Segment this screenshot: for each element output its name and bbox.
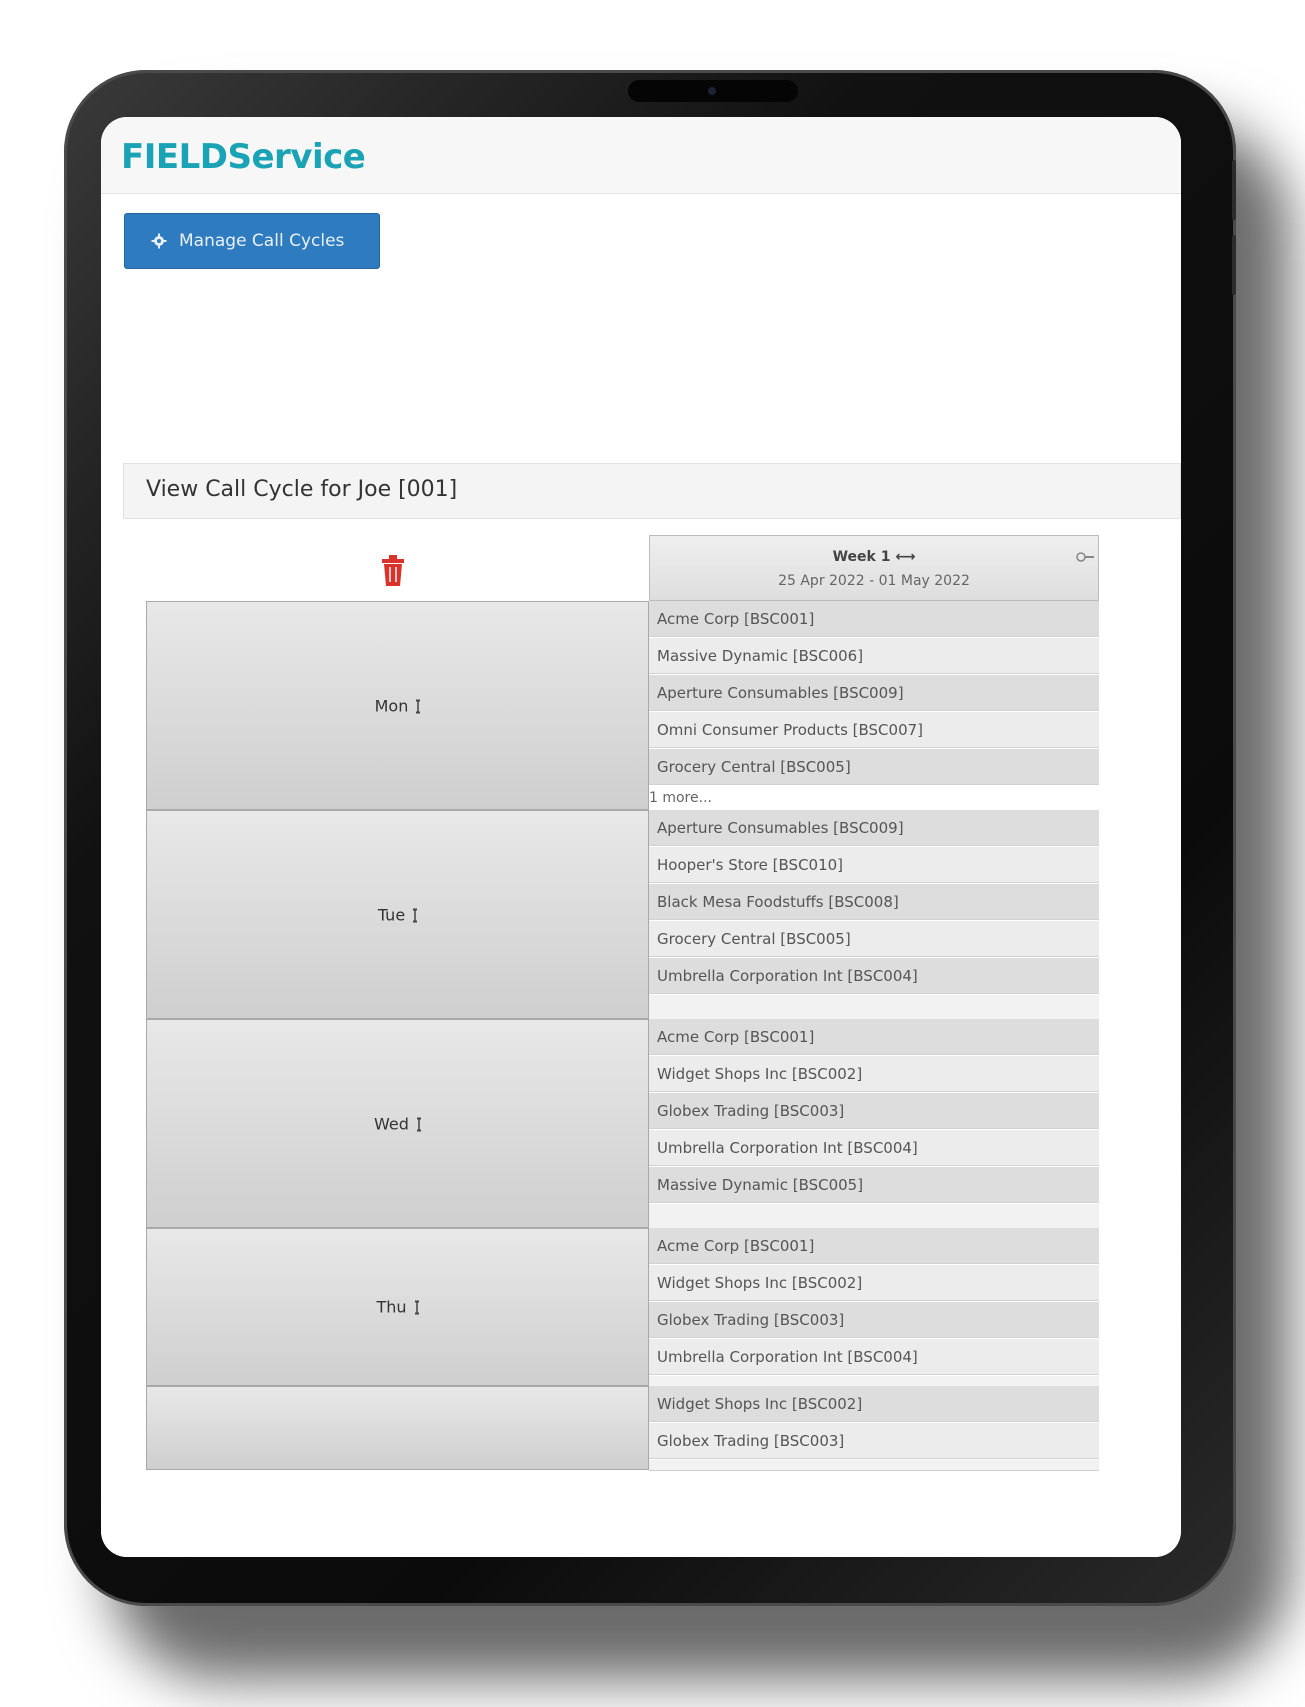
empty-slot xyxy=(649,1204,1099,1229)
front-camera xyxy=(628,80,798,102)
customer-row[interactable]: Acme Corp [BSC001] xyxy=(649,601,1099,637)
day-label: Mon xyxy=(147,696,648,715)
customer-row[interactable]: Globex Trading [BSC003] xyxy=(649,1423,1099,1459)
trash-icon[interactable] xyxy=(380,555,406,587)
text-cursor-icon xyxy=(414,1300,419,1315)
gear-icon xyxy=(151,233,167,249)
customer-row[interactable]: Aperture Consumables [BSC009] xyxy=(649,675,1099,711)
empty-slot xyxy=(649,1460,1099,1471)
more-link[interactable]: 1 more... xyxy=(649,786,1099,811)
tablet-frame: FIELDService Manage Call Cycles View Cal… xyxy=(64,70,1236,1606)
panel-title: View Call Cycle for Joe [001] xyxy=(146,477,458,502)
customer-row[interactable]: Widget Shops Inc [BSC002] xyxy=(649,1056,1099,1092)
week-header: Week 1 ⟷ 25 Apr 2022 - 01 May 2022 xyxy=(649,535,1099,601)
brand-logo[interactable]: FIELDService xyxy=(121,137,366,177)
customer-row[interactable]: Grocery Central [BSC005] xyxy=(649,749,1099,785)
customer-row[interactable]: Widget Shops Inc [BSC002] xyxy=(649,1265,1099,1301)
customer-row[interactable]: Massive Dynamic [BSC005] xyxy=(649,1167,1099,1203)
day-label: Wed xyxy=(147,1114,648,1133)
camera-lens xyxy=(708,87,716,95)
empty-slot xyxy=(649,995,1099,1020)
day-name: Thu xyxy=(376,1297,407,1317)
day-name: Tue xyxy=(377,905,406,924)
customer-row[interactable]: Hooper's Store [BSC010] xyxy=(649,847,1099,883)
week-date-range: 25 Apr 2022 - 01 May 2022 xyxy=(778,573,970,589)
customer-row[interactable]: Grocery Central [BSC005] xyxy=(649,921,1099,957)
text-cursor-icon xyxy=(413,907,418,922)
customer-row[interactable]: Aperture Consumables [BSC009] xyxy=(649,810,1099,846)
text-cursor-icon xyxy=(416,698,421,713)
customer-row[interactable]: Acme Corp [BSC001] xyxy=(649,1019,1099,1055)
customer-row[interactable]: Acme Corp [BSC001] xyxy=(649,1228,1099,1264)
day-cell[interactable]: Mon xyxy=(146,601,649,810)
day-cell[interactable] xyxy=(146,1386,649,1470)
manage-call-cycles-label: Manage Call Cycles xyxy=(179,231,345,251)
week-label[interactable]: Week 1 ⟷ xyxy=(650,549,1098,565)
day-label: Tue xyxy=(147,905,648,924)
text-cursor-icon xyxy=(416,1116,421,1131)
volume-button xyxy=(1232,160,1236,220)
day-name: Mon xyxy=(374,696,409,715)
app-header: FIELDService xyxy=(101,117,1181,194)
day-name: Wed xyxy=(374,1114,409,1133)
app-screen: FIELDService Manage Call Cycles View Cal… xyxy=(101,117,1181,1557)
customer-row[interactable]: Widget Shops Inc [BSC002] xyxy=(649,1386,1099,1422)
day-cell[interactable]: Tue xyxy=(146,810,649,1019)
customer-row[interactable]: Black Mesa Foodstuffs [BSC008] xyxy=(649,884,1099,920)
day-cell[interactable]: Thu xyxy=(146,1228,649,1386)
customer-row[interactable]: Globex Trading [BSC003] xyxy=(649,1093,1099,1129)
customer-row[interactable]: Massive Dynamic [BSC006] xyxy=(649,638,1099,674)
customer-row[interactable]: Umbrella Corporation Int [BSC004] xyxy=(649,958,1099,994)
customer-row[interactable]: Umbrella Corporation Int [BSC004] xyxy=(649,1339,1099,1375)
week-collapse-icon[interactable] xyxy=(1076,550,1094,564)
panel-header: View Call Cycle for Joe [001] xyxy=(123,463,1181,519)
customer-row[interactable]: Omni Consumer Products [BSC007] xyxy=(649,712,1099,748)
customer-row[interactable]: Umbrella Corporation Int [BSC004] xyxy=(649,1130,1099,1166)
volume-button xyxy=(1232,235,1236,295)
call-cycle-panel: View Call Cycle for Joe [001] Week 1 ⟷ 2… xyxy=(101,463,1181,1557)
day-label: Thu xyxy=(147,1298,648,1317)
day-cell[interactable]: Wed xyxy=(146,1019,649,1228)
customer-row[interactable]: Globex Trading [BSC003] xyxy=(649,1302,1099,1338)
manage-call-cycles-button[interactable]: Manage Call Cycles xyxy=(124,213,380,269)
